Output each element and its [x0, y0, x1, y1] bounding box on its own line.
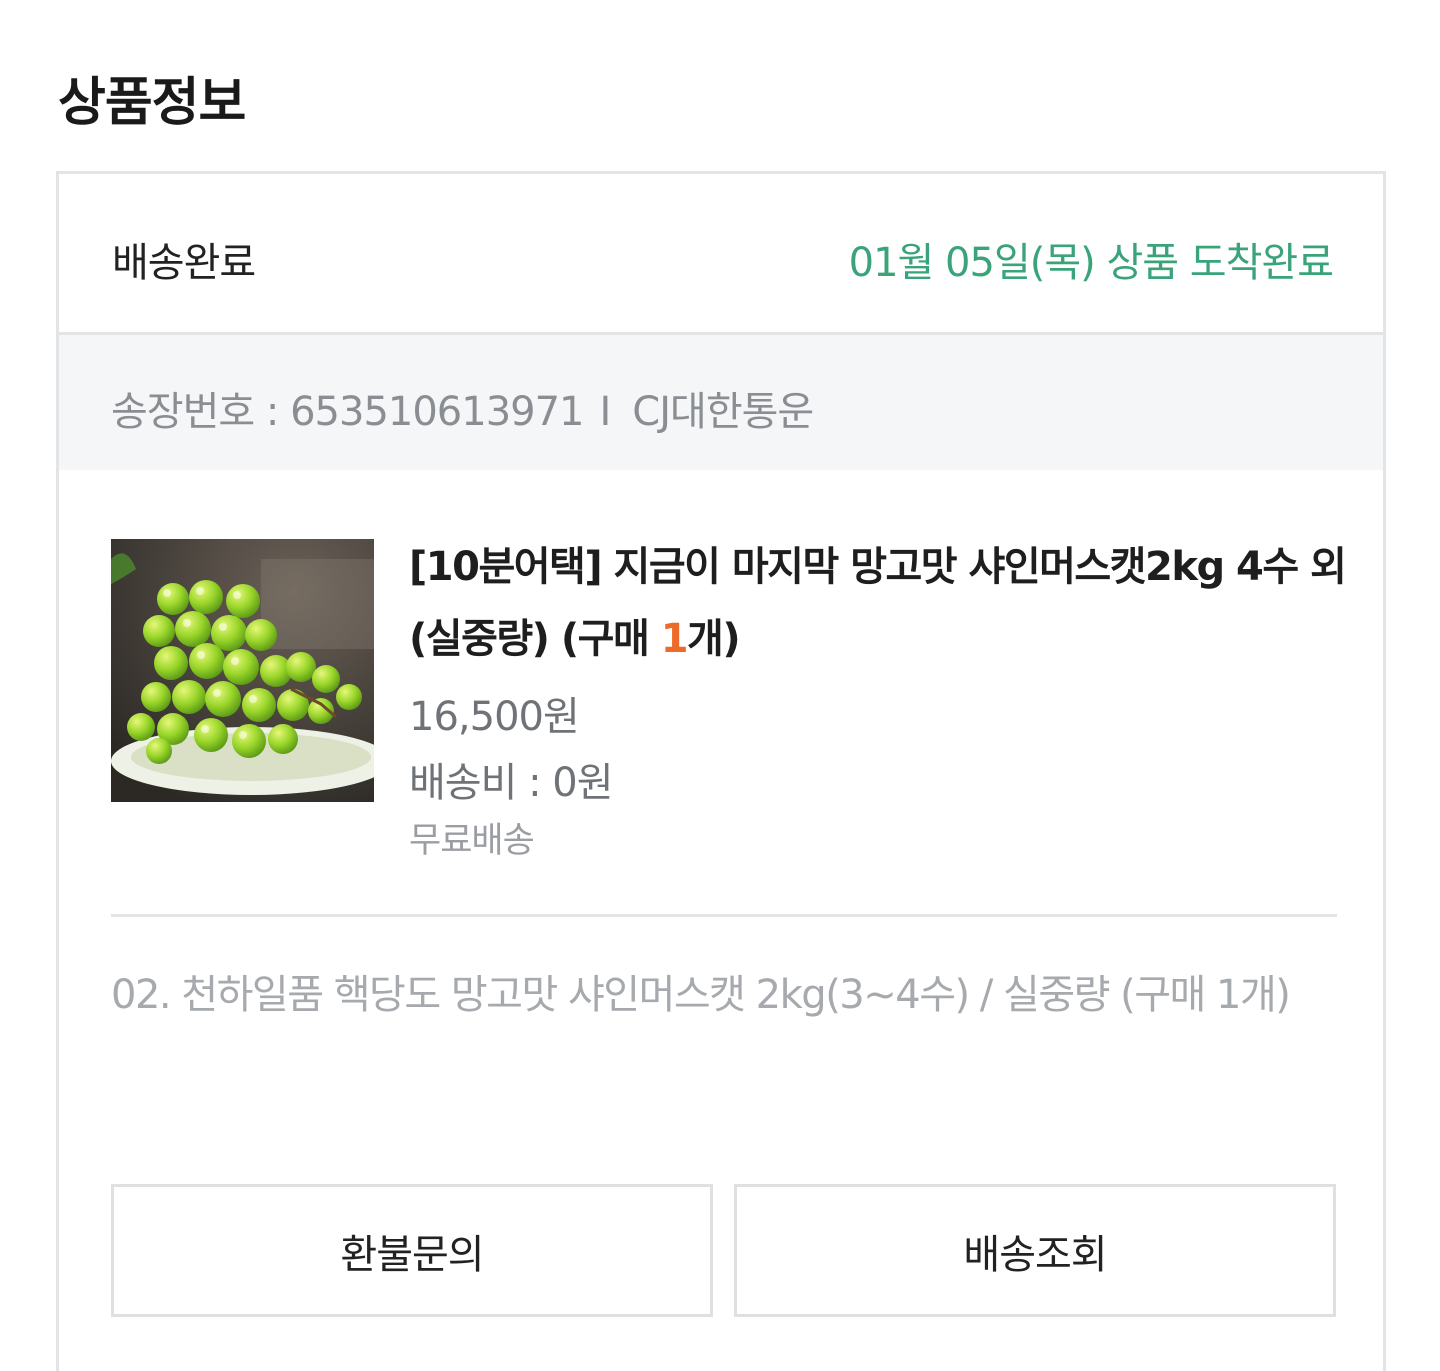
tracking-separator: I — [599, 389, 612, 435]
green-grapes-image — [111, 539, 374, 802]
product-name-text: [10분어택] 지금이 마지막 망고맛 샤인머스캣2kg 4수 외 (실중량) … — [409, 544, 1347, 662]
tracking-info-row: 송장번호 : 653510613971 I CJ대한통운 — [59, 335, 1383, 470]
purchase-quantity: 1 — [660, 616, 689, 662]
tracking-number: 송장번호 : 653510613971 — [111, 389, 584, 435]
purchase-quantity-suffix: 개) — [687, 616, 741, 662]
product-price: 16,500원 — [409, 694, 580, 740]
product-thumbnail[interactable] — [111, 539, 374, 802]
shipping-type: 무료배송 — [409, 821, 535, 861]
page-title: 상품정보 — [58, 73, 246, 133]
delivery-status-row: 배송완료 01월 05일(목) 상품 도착완료 — [59, 174, 1383, 335]
delivery-status-label: 배송완료 — [112, 240, 256, 286]
delivery-tracking-button[interactable]: 배송조회 — [734, 1184, 1336, 1317]
tracking-info: 송장번호 : 653510613971 I CJ대한통운 — [111, 379, 814, 437]
second-item-text: 02. 천하일품 핵당도 망고맛 샤인머스캣 2kg(3~4수) / 실중량 (… — [111, 972, 1291, 1018]
divider — [111, 914, 1337, 917]
order-card: 배송완료 01월 05일(목) 상품 도착완료 송장번호 : 653510613… — [56, 171, 1386, 1371]
shipping-fee: 배송비 : 0원 — [409, 760, 614, 806]
carrier-name: CJ대한통운 — [632, 389, 814, 435]
refund-inquiry-button[interactable]: 환불문의 — [111, 1184, 713, 1317]
arrival-date-text: 01월 05일(목) 상품 도착완료 — [848, 240, 1334, 286]
product-name[interactable]: [10분어택] 지금이 마지막 망고맛 샤인머스캣2kg 4수 외 (실중량) … — [409, 531, 1349, 675]
